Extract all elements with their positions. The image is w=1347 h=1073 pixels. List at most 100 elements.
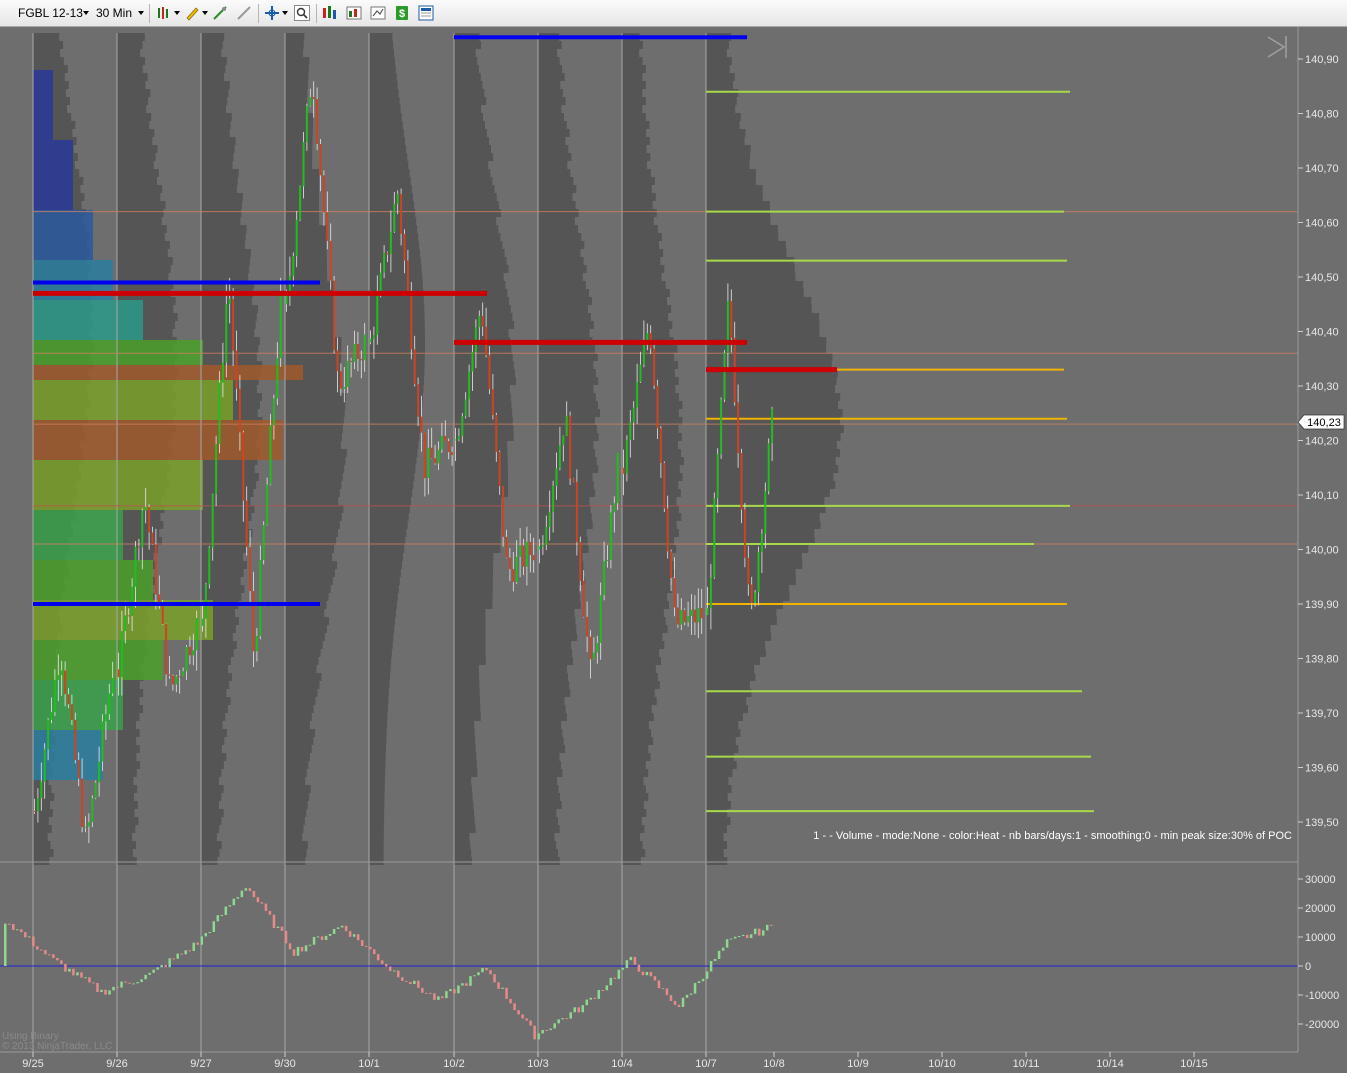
candle-body — [127, 615, 130, 617]
indicator-bar — [449, 989, 452, 992]
candle-body — [613, 503, 616, 513]
indicator-bar — [164, 965, 167, 968]
indicator-bar — [545, 1029, 548, 1031]
indicator-bar — [16, 929, 19, 931]
candle-body — [272, 398, 275, 426]
candle-body — [245, 500, 248, 548]
candle-body — [249, 547, 252, 591]
indicator-bar — [180, 953, 183, 955]
chart-canvas[interactable]: 1 - - Volume - mode:None - color:Heat - … — [0, 27, 1347, 1073]
data-series-icon[interactable] — [236, 5, 252, 21]
indicator-bar — [725, 939, 729, 948]
heatmap-profile-bar — [33, 730, 103, 780]
heatmap-profile-bar — [33, 640, 163, 680]
candle-body — [471, 352, 474, 372]
indicator-bar — [597, 990, 601, 999]
candle-body — [522, 545, 525, 567]
candle-body — [70, 704, 73, 720]
candle-body — [447, 441, 450, 453]
candle-body — [552, 485, 555, 512]
chart-properties-icon[interactable] — [370, 5, 386, 21]
candle-body — [609, 512, 612, 560]
candle-body — [616, 453, 619, 504]
indicator-bar — [477, 972, 480, 976]
indicator-bar — [52, 954, 55, 958]
candle-body — [423, 432, 426, 479]
instrument-selector[interactable]: FGBL 12-13 — [18, 6, 83, 20]
candle-body — [43, 749, 46, 782]
date-tick-label: 10/7 — [695, 1058, 716, 1070]
indicator-bar — [348, 931, 352, 937]
order-icon[interactable]: $ — [394, 5, 410, 21]
indicator-bar — [573, 1007, 576, 1013]
bar-type-dropdown-icon[interactable] — [174, 11, 180, 15]
indicator-bar — [28, 936, 31, 938]
candle-body — [208, 547, 211, 585]
candle-body — [369, 338, 372, 343]
indicator-bar — [328, 933, 332, 936]
indicator-bar — [661, 988, 665, 990]
candle-body — [434, 458, 437, 464]
indicator-bar — [605, 985, 609, 991]
indicator-bar — [593, 997, 597, 999]
indicator-tick-label: 10000 — [1305, 932, 1336, 944]
candle-body — [444, 435, 447, 442]
strategies-icon[interactable] — [346, 5, 362, 21]
template-icon[interactable] — [418, 5, 434, 21]
candle-body — [84, 826, 87, 828]
date-tick-label: 10/14 — [1096, 1058, 1124, 1070]
indicator-bar — [292, 949, 296, 956]
date-tick-label: 10/1 — [358, 1058, 379, 1070]
price-tick-label: 139,60 — [1305, 763, 1339, 775]
indicator-bar — [413, 980, 416, 985]
candle-body — [760, 534, 763, 553]
indicator-bar — [561, 1018, 564, 1020]
candle-body — [747, 557, 750, 585]
crosshair-icon[interactable] — [264, 5, 280, 21]
price-axis[interactable]: 140,90 140,80 140,70 140,60 140,50 140,40 140,… — [1298, 54, 1339, 829]
instrument-dropdown-icon[interactable] — [83, 11, 89, 15]
draw-tool-icon[interactable] — [184, 5, 200, 21]
candle-body — [350, 360, 353, 362]
candle-body — [195, 617, 198, 651]
data-box-icon[interactable] — [212, 5, 228, 21]
indicators-icon[interactable] — [322, 5, 338, 21]
timeframe-selector[interactable]: 30 Min — [96, 6, 132, 20]
candle-body — [525, 541, 528, 567]
candle-body — [586, 616, 589, 637]
candle-body — [488, 355, 491, 390]
indicator-bar — [352, 934, 356, 937]
candle-body — [255, 636, 258, 652]
draw-tool-dropdown-icon[interactable] — [202, 11, 208, 15]
bar-type-icon[interactable] — [156, 5, 172, 21]
candle-body — [98, 761, 101, 783]
candle-body — [67, 694, 70, 705]
indicator-bar — [613, 977, 617, 979]
candle-body — [656, 385, 659, 429]
heatmap-profile-bar — [33, 460, 203, 510]
crosshair-dropdown-icon[interactable] — [282, 11, 288, 15]
indicator-bar — [140, 979, 143, 983]
indicator-bar — [260, 902, 264, 904]
heatmap-profile-bar — [33, 380, 233, 420]
candle-body — [329, 240, 332, 281]
heatmap-profile-bar — [33, 420, 283, 460]
candle-body — [625, 439, 628, 474]
price-tick-label: 140,30 — [1305, 381, 1339, 393]
indicator-bar — [176, 953, 179, 959]
indicator-bar — [665, 988, 669, 996]
indicator-bar — [316, 936, 320, 938]
candle-body — [461, 416, 464, 436]
zoom-icon[interactable] — [294, 5, 310, 21]
candle-body — [512, 569, 515, 583]
indicator-bar — [24, 932, 27, 938]
indicator-bar — [549, 1028, 552, 1031]
candle-body — [117, 669, 120, 677]
indicator-bar — [509, 998, 512, 1004]
candle-body — [47, 719, 50, 750]
candle-body — [454, 439, 457, 441]
date-tick-label: 9/26 — [106, 1058, 127, 1070]
candle-body — [740, 453, 743, 510]
candle-body — [74, 719, 77, 761]
timeframe-dropdown-icon[interactable] — [138, 11, 144, 15]
